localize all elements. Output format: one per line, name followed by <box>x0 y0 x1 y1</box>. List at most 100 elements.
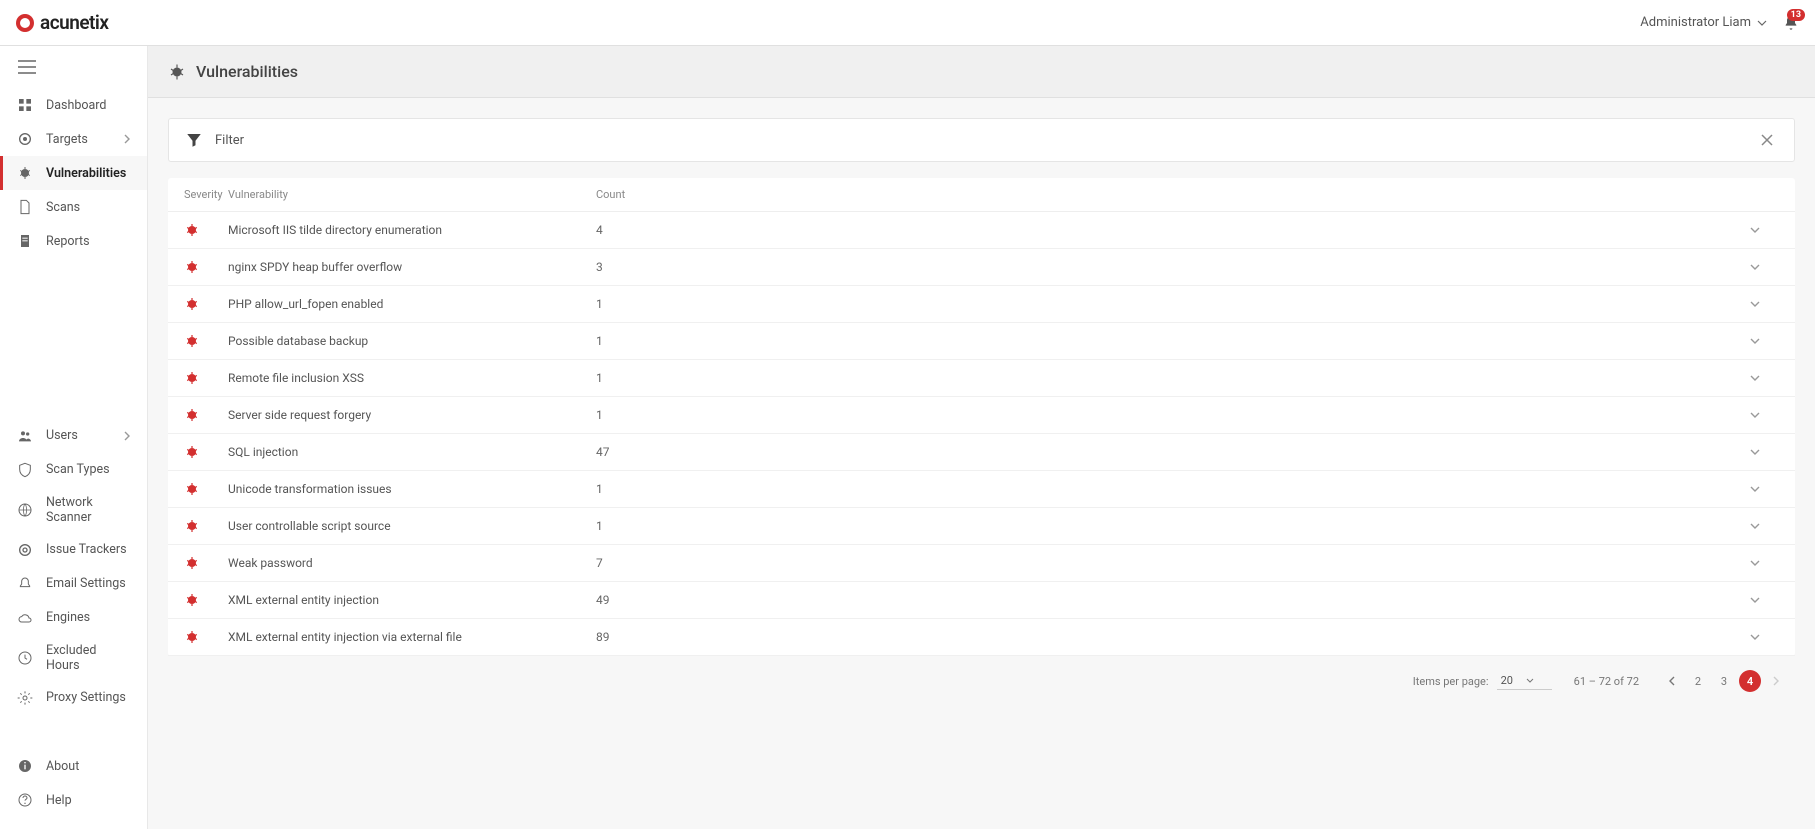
sidebar-item-label: About <box>46 759 79 774</box>
filter-close-button[interactable] <box>1756 129 1778 151</box>
sidebar-item-label: Users <box>46 428 78 443</box>
app-header: acunetix Administrator Liam 13 <box>0 0 1815 46</box>
table-row[interactable]: Microsoft IIS tilde directory enumeratio… <box>168 212 1795 249</box>
chevron-down-icon <box>1749 224 1761 236</box>
page-button-2[interactable]: 2 <box>1687 670 1709 692</box>
prev-page-button[interactable] <box>1661 670 1683 692</box>
sidebar: Dashboard Targets Vulnerabilities Scans … <box>0 46 148 829</box>
cloud-icon <box>16 609 34 627</box>
expand-button[interactable] <box>1749 631 1779 643</box>
sidebar-item-issue-trackers[interactable]: Issue Trackers <box>0 533 147 567</box>
expand-button[interactable] <box>1749 483 1779 495</box>
sidebar-item-users[interactable]: Users <box>0 419 147 453</box>
sidebar-item-scans[interactable]: Scans <box>0 190 147 224</box>
filter-bar[interactable]: Filter <box>168 118 1795 162</box>
chevron-right-icon <box>1771 676 1781 686</box>
sidebar-item-label: Help <box>46 793 72 808</box>
sidebar-item-vulnerabilities[interactable]: Vulnerabilities <box>0 156 147 190</box>
filter-label: Filter <box>215 133 244 148</box>
bug-icon <box>168 63 186 81</box>
page-range: 61 – 72 of 72 <box>1574 675 1639 688</box>
brand-name: acunetix <box>40 11 108 34</box>
vuln-name: Remote file inclusion XSS <box>228 371 596 385</box>
table-row[interactable]: Unicode transformation issues 1 <box>168 471 1795 508</box>
notifications-button[interactable]: 13 <box>1783 15 1799 31</box>
col-header-count[interactable]: Count <box>596 188 676 201</box>
table-row[interactable]: nginx SPDY heap buffer overflow 3 <box>168 249 1795 286</box>
severity-icon <box>184 370 228 386</box>
chevron-left-icon <box>1667 676 1677 686</box>
vuln-name: Server side request forgery <box>228 408 596 422</box>
vuln-count: 89 <box>596 630 676 644</box>
expand-button[interactable] <box>1749 298 1779 310</box>
sidebar-item-email-settings[interactable]: Email Settings <box>0 567 147 601</box>
brand-logo[interactable]: acunetix <box>16 11 108 34</box>
expand-button[interactable] <box>1749 520 1779 532</box>
sidebar-item-engines[interactable]: Engines <box>0 601 147 635</box>
vuln-count: 1 <box>596 334 676 348</box>
caret-down-icon <box>1757 18 1767 28</box>
sidebar-item-proxy-settings[interactable]: Proxy Settings <box>0 681 147 715</box>
vuln-name: Weak password <box>228 556 596 570</box>
table-row[interactable]: Possible database backup 1 <box>168 323 1795 360</box>
page-button-4[interactable]: 4 <box>1739 670 1761 692</box>
table-row[interactable]: XML external entity injection 49 <box>168 582 1795 619</box>
vulnerabilities-table: Severity Vulnerability Count Microsoft I… <box>168 178 1795 656</box>
sidebar-item-targets[interactable]: Targets <box>0 122 147 156</box>
table-row[interactable]: PHP allow_url_fopen enabled 1 <box>168 286 1795 323</box>
col-header-severity[interactable]: Severity <box>184 188 228 201</box>
help-icon <box>16 791 34 809</box>
expand-button[interactable] <box>1749 557 1779 569</box>
items-per-page-select[interactable]: 20 <box>1497 672 1552 690</box>
sidebar-item-label: Vulnerabilities <box>46 166 126 181</box>
menu-toggle-button[interactable] <box>0 46 147 88</box>
table-header-row: Severity Vulnerability Count <box>168 178 1795 212</box>
table-row[interactable]: Remote file inclusion XSS 1 <box>168 360 1795 397</box>
severity-icon <box>184 481 228 497</box>
brand-logo-icon <box>16 14 34 32</box>
severity-icon <box>184 592 228 608</box>
sidebar-item-scan-types[interactable]: Scan Types <box>0 453 147 487</box>
dashboard-icon <box>16 96 34 114</box>
page-button-3[interactable]: 3 <box>1713 670 1735 692</box>
vuln-name: XML external entity injection via extern… <box>228 630 596 644</box>
vuln-name: nginx SPDY heap buffer overflow <box>228 260 596 274</box>
chevron-down-icon <box>1749 409 1761 421</box>
severity-icon <box>184 259 228 275</box>
sidebar-item-help[interactable]: Help <box>0 783 147 817</box>
user-name: Administrator Liam <box>1640 15 1751 30</box>
severity-icon <box>184 555 228 571</box>
sidebar-item-reports[interactable]: Reports <box>0 224 147 258</box>
user-menu[interactable]: Administrator Liam <box>1640 15 1767 30</box>
chevron-right-icon <box>123 134 131 144</box>
sidebar-item-excluded-hours[interactable]: Excluded Hours <box>0 635 147 681</box>
chevron-right-icon <box>123 431 131 441</box>
expand-button[interactable] <box>1749 594 1779 606</box>
chevron-down-icon <box>1749 335 1761 347</box>
expand-button[interactable] <box>1749 261 1779 273</box>
vuln-count: 1 <box>596 297 676 311</box>
chevron-down-icon <box>1749 520 1761 532</box>
sidebar-item-dashboard[interactable]: Dashboard <box>0 88 147 122</box>
expand-button[interactable] <box>1749 409 1779 421</box>
table-row[interactable]: Weak password 7 <box>168 545 1795 582</box>
next-page-button[interactable] <box>1765 670 1787 692</box>
sidebar-item-label: Scan Types <box>46 462 110 477</box>
clock-icon <box>16 649 34 667</box>
table-row[interactable]: Server side request forgery 1 <box>168 397 1795 434</box>
sidebar-item-network-scanner[interactable]: Network Scanner <box>0 487 147 533</box>
expand-button[interactable] <box>1749 335 1779 347</box>
expand-button[interactable] <box>1749 224 1779 236</box>
table-row[interactable]: SQL injection 47 <box>168 434 1795 471</box>
col-header-vulnerability[interactable]: Vulnerability <box>228 188 596 201</box>
vuln-name: Microsoft IIS tilde directory enumeratio… <box>228 223 596 237</box>
table-row[interactable]: User controllable script source 1 <box>168 508 1795 545</box>
chevron-down-icon <box>1749 483 1761 495</box>
table-row[interactable]: XML external entity injection via extern… <box>168 619 1795 656</box>
expand-button[interactable] <box>1749 372 1779 384</box>
info-icon <box>16 757 34 775</box>
file-icon <box>16 198 34 216</box>
settings-icon <box>16 689 34 707</box>
sidebar-item-about[interactable]: About <box>0 749 147 783</box>
expand-button[interactable] <box>1749 446 1779 458</box>
